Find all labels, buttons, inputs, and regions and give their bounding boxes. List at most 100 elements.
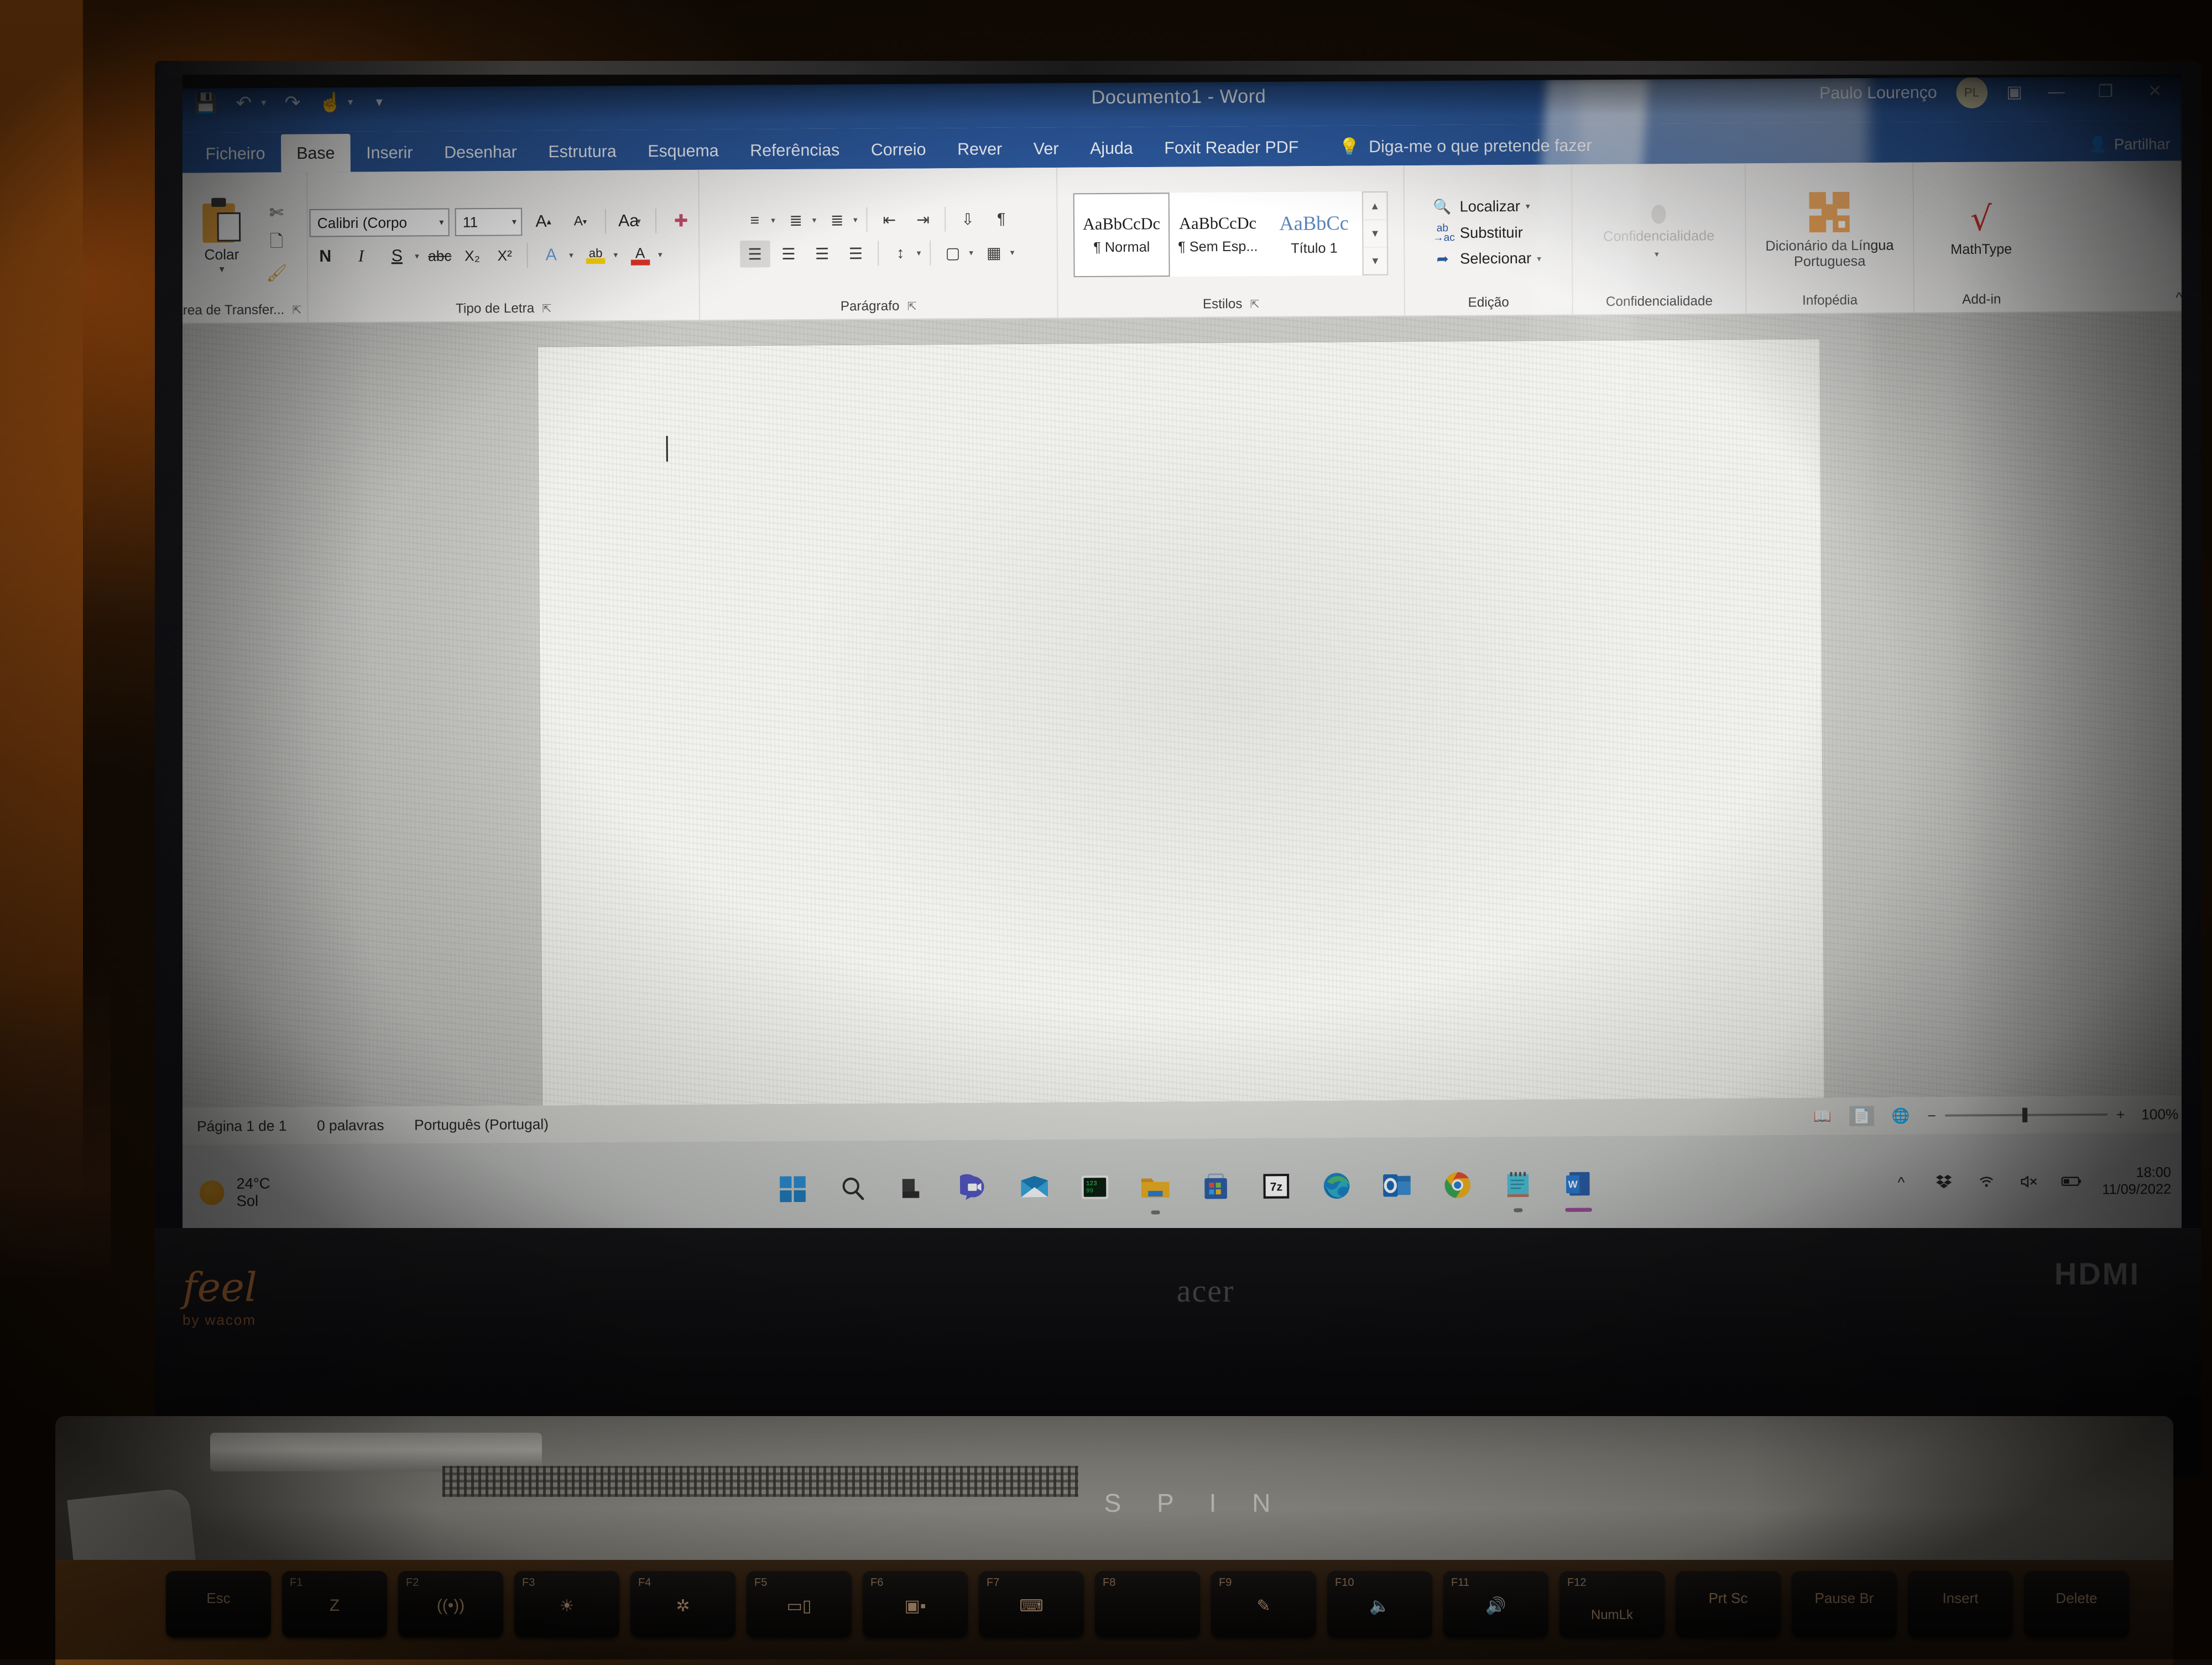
line-spacing-caret-icon[interactable]: ▾ [917,248,921,258]
microsoft-word-icon[interactable]: W [1561,1167,1595,1202]
style-normal[interactable]: AaBbCcDc ¶ Normal [1073,192,1170,277]
avatar[interactable]: PL [1956,76,1987,108]
tab-rever[interactable]: Rever [942,140,1018,168]
copy-icon[interactable]: 🗋 [264,230,290,256]
styles-scroll-up-icon[interactable]: ▲ [1363,192,1387,220]
dropbox-icon[interactable] [1932,1174,1956,1191]
mathtype-button[interactable]: √ MathType [1950,202,2012,257]
find-caret-icon[interactable]: ▾ [1526,201,1530,211]
subscript-button[interactable]: X₂ [458,242,487,270]
file-explorer-icon[interactable] [1138,1169,1172,1204]
battery-icon[interactable] [2059,1175,2083,1188]
clear-formatting-icon[interactable]: ✚ [665,207,697,235]
close-button[interactable]: ✕ [2140,81,2170,101]
taskbar-clock[interactable]: 18:00 11/09/2022 [2102,1164,2182,1198]
tab-ficheiro[interactable]: Ficheiro [190,144,281,173]
tab-esquema[interactable]: Esquema [632,142,734,170]
italic-button[interactable]: I [346,242,377,270]
word-count[interactable]: 0 palavras [317,1116,384,1134]
key-f10-volume-down[interactable]: F10 🔈 [1327,1571,1432,1637]
key-delete[interactable]: Delete [2024,1571,2129,1637]
sticky-notes-icon[interactable] [1500,1167,1535,1202]
restore-button[interactable]: ❐ [2090,82,2121,102]
outlook-icon[interactable] [1379,1168,1414,1203]
microsoft-edge-icon[interactable] [1319,1168,1354,1203]
zoom-slider-handle[interactable] [2022,1108,2027,1122]
key-f9-backlight[interactable]: F9 ✎ [1211,1571,1316,1637]
7zip-icon[interactable]: 7z [1259,1169,1293,1204]
select-button[interactable]: ➦ Selecionar ▾ [1433,250,1543,268]
chevron-down-icon[interactable]: ▾ [512,216,517,227]
key-f12-numlk[interactable]: F12 NumLk [1559,1571,1665,1637]
chevron-down-icon[interactable]: ▾ [439,217,444,228]
grow-font-icon[interactable]: A▴ [528,207,559,236]
matrix-terminal-icon[interactable]: 123 99 [1077,1170,1112,1205]
mail-icon[interactable] [1017,1170,1052,1205]
justify-icon[interactable]: ☰ [841,240,871,267]
key-print-screen[interactable]: Prt Sc [1676,1571,1781,1637]
zoom-slider[interactable] [1945,1114,2107,1117]
tab-estrutura[interactable]: Estrutura [533,142,632,171]
volume-muted-icon[interactable] [2017,1174,2041,1189]
tab-desenhar[interactable]: Desenhar [429,143,533,171]
undo-icon[interactable]: ↶ [232,91,255,115]
microsoft-store-icon[interactable] [1198,1169,1233,1204]
bold-button[interactable]: N [310,242,341,270]
key-f11-volume-up[interactable]: F11 🔊 [1443,1571,1548,1637]
read-mode-icon[interactable]: 📖 [1810,1106,1835,1127]
text-effects-icon[interactable]: A [535,241,567,269]
touch-mode-icon[interactable]: ☝ [319,91,342,115]
line-spacing-icon[interactable]: ↕ [885,240,916,267]
text-highlight-icon[interactable]: ab [580,241,612,269]
superscript-button[interactable]: X² [491,241,519,269]
weather-widget[interactable]: 24°C Sol [182,1175,270,1210]
chevron-down-icon[interactable]: ▾ [220,263,225,275]
font-dialog-launcher-icon[interactable]: ⇱ [542,301,551,315]
strikethrough-button[interactable]: abc [426,242,454,270]
undo-caret-icon[interactable]: ▾ [261,97,266,108]
key-f3-brightness-up[interactable]: F3 ☀ [514,1571,619,1637]
numbered-list-icon[interactable]: ≣ [781,207,811,234]
zoom-in-button[interactable]: + [2116,1106,2125,1123]
numbering-caret-icon[interactable]: ▾ [812,215,817,225]
key-f5-display-toggle[interactable]: F5 ▭▯ [747,1571,852,1637]
document-page[interactable] [538,339,1824,1105]
touch-mode-caret-icon[interactable]: ▾ [348,96,353,108]
windows-start-icon[interactable] [775,1172,810,1206]
google-chrome-icon[interactable] [1440,1168,1475,1203]
zoom-out-button[interactable]: − [1928,1107,1937,1124]
paste-button[interactable]: Colar ▾ [185,197,258,275]
key-f1-sleep[interactable]: F1 Z [282,1571,387,1637]
style-sem-espacamento[interactable]: AaBbCcDc ¶ Sem Esp... [1170,192,1266,277]
key-insert[interactable]: Insert [1908,1571,2013,1637]
share-button[interactable]: 👤 Partilhar [2089,135,2171,153]
font-color-icon[interactable]: A [624,241,656,269]
font-size-input[interactable]: 11 ▾ [455,208,523,236]
underline-button[interactable]: S [381,242,413,270]
tab-ajuda[interactable]: Ajuda [1074,139,1149,167]
language-indicator[interactable]: Português (Portugal) [414,1115,549,1133]
key-f2-wireless[interactable]: F2 ((•)) [398,1571,503,1637]
key-f6-display-off[interactable]: F6 ▣▪ [863,1571,968,1637]
align-right-icon[interactable]: ☰ [807,240,837,267]
style-titulo-1[interactable]: AaBbCc Título 1 [1266,191,1363,276]
collapse-ribbon-icon[interactable]: ^ [2176,289,2182,306]
align-left-icon[interactable]: ☰ [740,241,770,268]
sort-icon[interactable]: ⇩ [953,206,983,233]
tab-referencias[interactable]: Referências [734,141,855,170]
redo-icon[interactable]: ↷ [281,91,305,115]
print-layout-icon[interactable]: 📄 [1849,1106,1874,1126]
account-name[interactable]: Paulo Lourenço [1819,83,1937,103]
styles-scrollbar[interactable]: ▲ ▼ ▼ [1362,191,1388,275]
shading-icon[interactable]: ▢ [937,239,968,266]
styles-scroll-down-icon[interactable]: ▼ [1363,220,1387,248]
font-name-input[interactable]: Calibri (Corpo ▾ [309,208,449,237]
multilevel-caret-icon[interactable]: ▾ [853,215,858,225]
zoom-control[interactable]: − + 100% [1928,1105,2179,1124]
tab-correio[interactable]: Correio [855,141,942,169]
font-color-caret-icon[interactable]: ▾ [658,249,662,259]
wifi-icon[interactable] [1974,1174,1998,1189]
styles-more-icon[interactable]: ▼ [1363,247,1387,274]
key-esc[interactable]: Esc [166,1571,271,1637]
clipboard-dialog-launcher-icon[interactable]: ⇱ [292,303,301,317]
